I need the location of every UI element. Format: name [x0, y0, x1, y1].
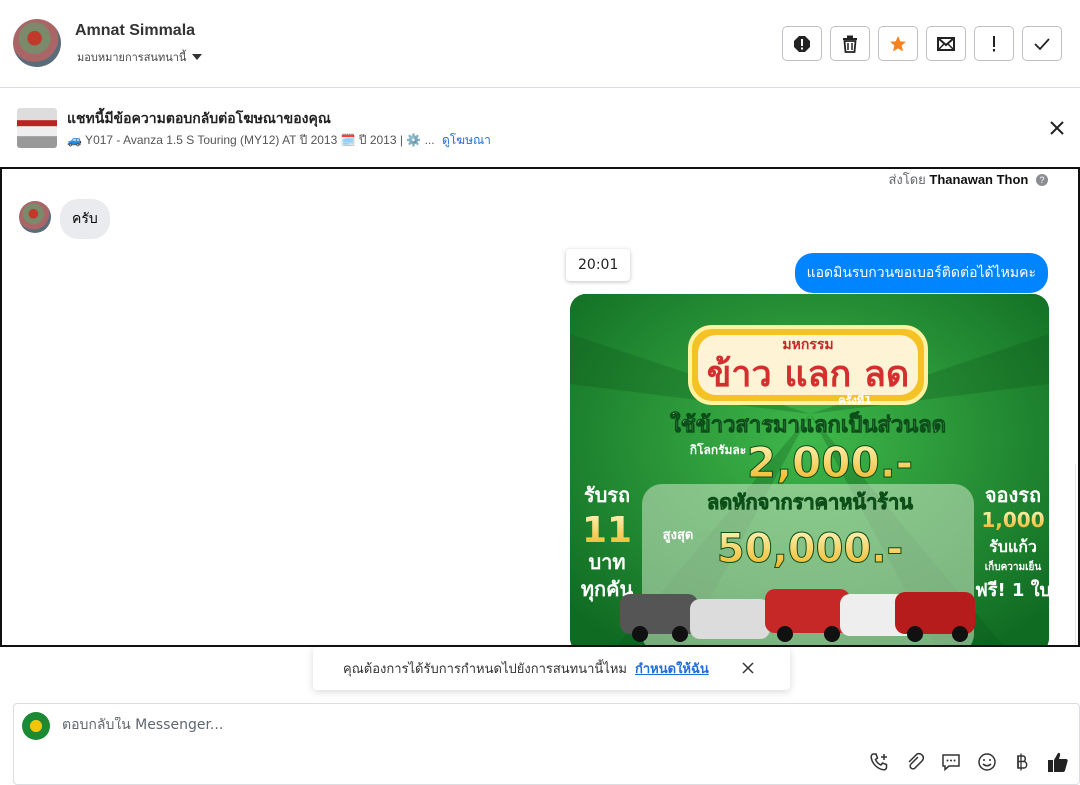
contact-avatar[interactable]	[13, 19, 61, 67]
check-icon	[1034, 37, 1050, 50]
promo-right-4: เก็บความเย็น	[985, 559, 1042, 573]
promo-round: ครั้งที่1	[838, 392, 872, 407]
payment-button[interactable]	[1011, 751, 1033, 773]
star-button[interactable]	[878, 26, 918, 61]
chevron-down-icon	[192, 54, 203, 60]
like-icon	[1048, 752, 1068, 772]
close-banner-button[interactable]	[1046, 117, 1068, 139]
assign-prompt: คุณต้องการได้รับการกำหนดไปยังการสนทนานี้…	[313, 647, 790, 690]
ad-description: 🚙 Y017 - Avanza 1.5 S Touring (MY12) AT …	[67, 133, 435, 147]
saved-replies-icon	[942, 754, 960, 772]
help-icon[interactable]: ?	[1036, 174, 1048, 186]
promo-line1: ใช้ข้าวสารมาแลกเป็นส่วนลด	[670, 410, 946, 438]
ad-thumbnail	[17, 108, 57, 148]
contact-name[interactable]: Amnat Simmala	[75, 22, 195, 40]
assign-label: มอบหมายการสนทนานี้	[77, 51, 187, 64]
close-icon	[1050, 121, 1064, 135]
star-icon	[890, 35, 906, 51]
close-icon[interactable]	[740, 660, 756, 676]
promo-header-small: มหกรรม	[782, 337, 833, 353]
incoming-message[interactable]: ครับ	[60, 199, 110, 239]
promo-right-2: 1,000	[981, 508, 1044, 532]
spam-icon	[794, 35, 810, 52]
like-button[interactable]	[1047, 751, 1069, 773]
emoji-icon	[978, 753, 996, 771]
view-ad-link[interactable]: ดูโฆษณา	[442, 133, 491, 147]
mail-icon	[937, 36, 955, 51]
timestamp-tooltip: 20:01	[566, 249, 631, 281]
banner-subtitle: 🚙 Y017 - Avanza 1.5 S Touring (MY12) AT …	[67, 131, 491, 150]
page-avatar	[22, 712, 50, 740]
promo-max-value: 50,000.-	[717, 526, 903, 572]
sent-by-label: ส่งโดย Thanawan Thon ?	[888, 169, 1048, 190]
assign-to-me-link[interactable]: กำหนดให้ฉัน	[635, 658, 709, 679]
banner-title: แชทนี้มีข้อความตอบกลับต่อโฆษณาของคุณ	[67, 111, 331, 127]
reply-input[interactable]	[62, 717, 762, 733]
baht-icon	[1017, 753, 1028, 771]
conversation-header: Amnat Simmala มอบหมายการสนทนานี้	[0, 0, 1080, 88]
sent-by-name: Thanawan Thon	[929, 172, 1029, 187]
reply-composer	[13, 703, 1080, 785]
trash-icon	[843, 35, 857, 53]
follow-up-button[interactable]	[974, 26, 1014, 61]
assign-prompt-text: คุณต้องการได้รับการกำหนดไปยังการสนทนานี้…	[343, 662, 627, 677]
exclamation-icon	[993, 35, 995, 51]
message-thread[interactable]: ส่งโดย Thanawan Thon ? ครับ 20:01 แอดมิน…	[0, 167, 1080, 647]
call-button[interactable]	[868, 751, 890, 773]
sender-avatar[interactable]	[19, 201, 51, 233]
promo-right-3: รับแก้ว	[989, 537, 1037, 556]
spam-button[interactable]	[782, 26, 822, 61]
promo-left-2: 11	[582, 510, 632, 551]
scrollbar[interactable]	[1075, 464, 1078, 645]
assign-dropdown[interactable]: มอบหมายการสนทนานี้	[77, 48, 203, 66]
call-icon	[870, 753, 888, 771]
saved-replies-button[interactable]	[940, 751, 962, 773]
promo-image[interactable]: มหกรรม ข้าว แลก ลด ครั้งที่1 ใช้ข้าวสารม…	[570, 294, 1049, 645]
promo-max-label: สูงสุด	[663, 528, 694, 543]
promo-right-5: ฟรี! 1 ใบ	[975, 579, 1049, 601]
promo-left-3: บาท	[588, 550, 625, 574]
promo-line2: ลดหักจากราคาหน้าร้าน	[707, 490, 913, 514]
promo-right-1: จองรถ	[985, 483, 1041, 507]
emoji-button[interactable]	[976, 751, 998, 773]
promo-graphic: มหกรรม ข้าว แลก ลด ครั้งที่1 ใช้ข้าวสารม…	[570, 294, 1049, 645]
attach-icon	[908, 752, 925, 770]
sent-by-prefix: ส่งโดย	[888, 172, 926, 187]
outgoing-message[interactable]: แอดมินรบกวนขอเบอร์ติดต่อได้ไหมคะ	[794, 253, 1048, 293]
promo-per-kg: กิโลกรัมละ	[690, 442, 746, 457]
promo-left-1: รับรถ	[584, 483, 630, 507]
delete-button[interactable]	[830, 26, 870, 61]
mark-unread-button[interactable]	[926, 26, 966, 61]
promo-price: 2,000.-	[747, 438, 913, 487]
promo-header-big: ข้าว แลก ลด	[707, 354, 910, 395]
mark-done-button[interactable]	[1022, 26, 1062, 61]
attach-button[interactable]	[904, 751, 926, 773]
